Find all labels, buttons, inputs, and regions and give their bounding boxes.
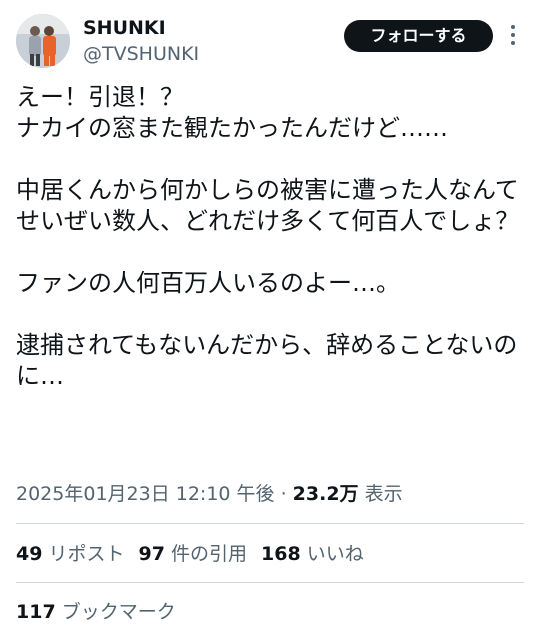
tweet-timestamp[interactable]: 2025年01月23日 12:10 午後 bbox=[16, 483, 275, 505]
avatar[interactable] bbox=[16, 14, 70, 68]
tweet-meta: 2025年01月23日 12:10 午後 · 23.2万 表示 bbox=[16, 481, 403, 507]
quotes-count: 97 bbox=[138, 543, 165, 565]
reposts-count: 49 bbox=[16, 543, 43, 565]
quotes-stat[interactable]: 97 件の引用 bbox=[139, 543, 248, 565]
reposts-stat[interactable]: 49 リポスト bbox=[16, 543, 125, 565]
more-vertical-icon[interactable] bbox=[509, 24, 517, 46]
reposts-label: リポスト bbox=[48, 543, 125, 565]
views-count: 23.2万 bbox=[292, 483, 359, 505]
likes-label: いいね bbox=[306, 543, 364, 565]
bookmarks-label: ブックマーク bbox=[61, 601, 176, 623]
divider bbox=[16, 582, 524, 583]
follow-button[interactable]: フォローする bbox=[344, 20, 493, 52]
avatar-image bbox=[16, 14, 70, 68]
likes-count: 168 bbox=[261, 543, 301, 565]
bookmarks-count: 117 bbox=[16, 601, 56, 623]
meta-separator: · bbox=[274, 483, 293, 505]
views-label: 表示 bbox=[364, 483, 403, 505]
likes-stat[interactable]: 168 いいね bbox=[261, 543, 364, 565]
quotes-label: 件の引用 bbox=[171, 543, 248, 565]
tweet-text: えー！引退！？ ナカイの窓また観たかったんだけど…… 中居くんから何かしらの被害… bbox=[16, 83, 520, 390]
bookmarks-stat[interactable]: 117 ブックマーク bbox=[16, 599, 176, 625]
tweet-header: SHUNKI @TVSHUNKI フォローする bbox=[16, 14, 526, 70]
user-display-name[interactable]: SHUNKI bbox=[83, 16, 166, 40]
user-handle[interactable]: @TVSHUNKI bbox=[83, 42, 199, 66]
divider bbox=[16, 523, 524, 524]
engagement-stats: 49 リポスト 97 件の引用 168 いいね bbox=[16, 541, 364, 567]
